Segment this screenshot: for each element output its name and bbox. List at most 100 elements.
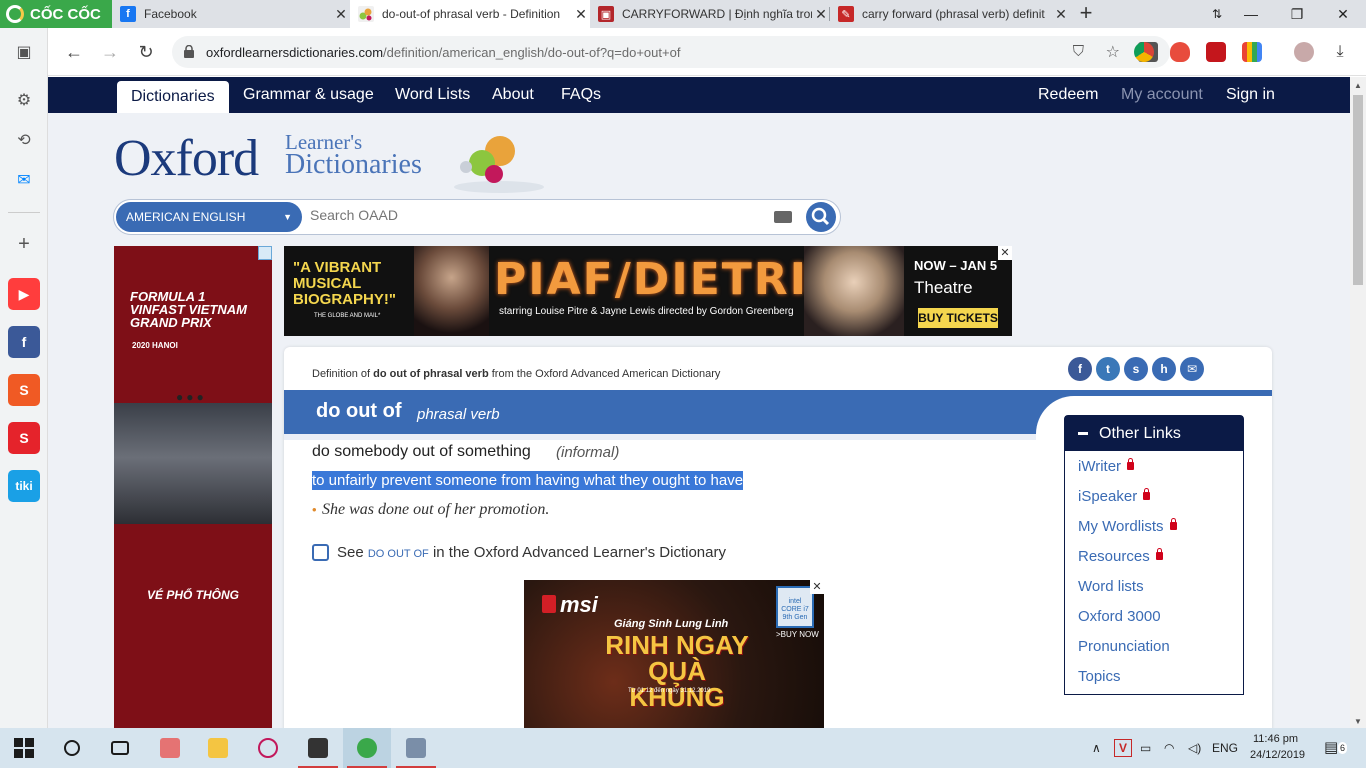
shopee-app-icon[interactable]: S bbox=[8, 374, 40, 406]
lazada-app-icon[interactable]: S bbox=[8, 422, 40, 454]
other-link-pronunciation[interactable]: Pronunciation bbox=[1078, 638, 1170, 655]
ad-inner-msi[interactable]: msi Giáng Sinh Lung Linh RINH NGAY QUÀ K… bbox=[524, 580, 824, 728]
keyboard-icon[interactable] bbox=[774, 211, 792, 223]
clock-date[interactable]: 24/12/2019 bbox=[1250, 749, 1305, 761]
volume-icon[interactable]: ◁) bbox=[1188, 728, 1201, 768]
downloads-icon[interactable]: ⤓ bbox=[1330, 42, 1350, 62]
tab-oald-do-out-of[interactable]: do-out-of phrasal verb - Definition ✕ bbox=[350, 0, 590, 28]
task-view-button[interactable] bbox=[96, 728, 144, 768]
reload-button[interactable]: ↻ bbox=[132, 38, 160, 66]
messenger-icon[interactable]: ✉ bbox=[10, 166, 38, 194]
settings-gear-icon[interactable]: ⚙ bbox=[10, 86, 38, 114]
sidebar-toggle-icon[interactable]: ▣ bbox=[10, 38, 38, 66]
scroll-up-arrow-icon[interactable]: ▲ bbox=[1354, 81, 1362, 90]
search-button[interactable] bbox=[806, 202, 836, 232]
coccoc-menu-button[interactable]: CỐC CỐC bbox=[0, 0, 112, 28]
nav-about[interactable]: About bbox=[492, 77, 534, 113]
facebook-share-icon[interactable]: f bbox=[1068, 357, 1092, 381]
taskbar-app-snipping[interactable] bbox=[244, 728, 292, 768]
tab-cambridge-carryforward[interactable]: ▣ CARRYFORWARD | Định nghĩa tron ✕ bbox=[590, 0, 830, 28]
taskbar-app-sticky[interactable] bbox=[294, 728, 342, 768]
buy-tickets-button[interactable]: BUY TICKETS bbox=[918, 308, 998, 328]
tab-close-icon[interactable]: ✕ bbox=[332, 6, 350, 23]
other-link-iwriter[interactable]: iWriter bbox=[1078, 458, 1135, 475]
action-center-button[interactable]: ▤ bbox=[1324, 728, 1338, 768]
tab-macmillan-carry-forward[interactable]: ✎ carry forward (phrasal verb) definit ✕ bbox=[830, 0, 1070, 28]
cambridge-favicon-icon: ▣ bbox=[598, 6, 614, 22]
taskbar-app-paint[interactable] bbox=[146, 728, 194, 768]
scrollbar-thumb[interactable] bbox=[1353, 95, 1363, 285]
email-share-icon[interactable]: ✉ bbox=[1180, 357, 1204, 381]
nav-grammar-usage[interactable]: Grammar & usage bbox=[243, 77, 374, 113]
nav-my-account[interactable]: My account bbox=[1121, 77, 1203, 113]
tab-close-icon[interactable]: ✕ bbox=[1052, 6, 1070, 23]
add-app-icon[interactable]: + bbox=[10, 230, 38, 258]
minimize-button[interactable]: — bbox=[1228, 0, 1274, 28]
unikey-icon[interactable]: V bbox=[1114, 739, 1132, 757]
other-link-ispeaker[interactable]: iSpeaker bbox=[1078, 488, 1151, 505]
bookmark-star-icon[interactable]: ☆ bbox=[1106, 42, 1120, 62]
shield-icon[interactable]: ⛉ bbox=[1073, 43, 1084, 60]
external-link-icon[interactable] bbox=[312, 544, 329, 561]
maximize-button[interactable]: ❐ bbox=[1274, 0, 1320, 28]
example-sentence: She was done out of her promotion. bbox=[322, 501, 550, 518]
other-link-resources[interactable]: Resources bbox=[1078, 548, 1163, 565]
ad-top-banner[interactable]: "A VIBRANT MUSICAL BIOGRAPHY!" THE GLOBE… bbox=[284, 246, 1012, 336]
address-bar[interactable]: oxfordlearnersdictionaries.com/definitio… bbox=[172, 36, 1170, 68]
tab-close-icon[interactable]: ✕ bbox=[812, 6, 830, 23]
adblock-extension-icon[interactable] bbox=[1170, 42, 1190, 62]
tiki-app-icon[interactable]: tiki bbox=[8, 470, 40, 502]
lock-icon bbox=[1169, 518, 1177, 530]
other-link-word-lists[interactable]: Word lists bbox=[1078, 578, 1144, 595]
battery-icon[interactable]: ▭ bbox=[1140, 728, 1151, 768]
profile-avatar[interactable] bbox=[1294, 42, 1314, 62]
forward-button[interactable]: → bbox=[96, 38, 124, 66]
other-links-panel: Other Links iWriter iSpeaker My Wordlist… bbox=[1064, 415, 1244, 695]
window-close-button[interactable]: ✕ bbox=[1320, 0, 1366, 28]
nav-word-lists[interactable]: Word Lists bbox=[395, 77, 470, 113]
back-button[interactable]: ← bbox=[60, 38, 88, 66]
clock-time[interactable]: 11:46 pm bbox=[1253, 733, 1298, 745]
start-button[interactable] bbox=[0, 728, 48, 768]
scroll-down-arrow-icon[interactable]: ▼ bbox=[1354, 717, 1362, 726]
history-icon[interactable]: ⟲ bbox=[10, 126, 38, 154]
ad-top-theatre: Theatre bbox=[914, 278, 973, 297]
see-also-link[interactable]: DO OUT OF bbox=[368, 548, 429, 560]
hatena-share-icon[interactable]: h bbox=[1152, 357, 1176, 381]
tab-close-icon[interactable]: ✕ bbox=[572, 6, 590, 23]
colorful-extension-icon[interactable] bbox=[1242, 42, 1262, 62]
other-link-topics[interactable]: Topics bbox=[1078, 668, 1121, 685]
stumbleupon-share-icon[interactable]: s bbox=[1124, 357, 1148, 381]
page-scrollbar[interactable]: ▲ ▼ bbox=[1350, 77, 1366, 728]
search-input[interactable] bbox=[310, 207, 750, 223]
ad-close-icon[interactable]: ✕ bbox=[998, 246, 1012, 260]
dictionary-language-select[interactable]: AMERICAN ENGLISH ▼ bbox=[116, 202, 302, 232]
taskbar-app-file-explorer[interactable] bbox=[194, 728, 242, 768]
nav-dictionaries[interactable]: Dictionaries bbox=[117, 81, 229, 113]
nav-redeem[interactable]: Redeem bbox=[1038, 77, 1098, 113]
part-of-speech: phrasal verb bbox=[417, 406, 500, 423]
other-link-my-wordlists[interactable]: My Wordlists bbox=[1078, 518, 1177, 535]
adchoices-icon[interactable] bbox=[258, 246, 272, 260]
tab-facebook[interactable]: f Facebook ✕ bbox=[112, 0, 350, 28]
nav-sign-in[interactable]: Sign in bbox=[1226, 77, 1275, 113]
input-language[interactable]: ENG bbox=[1212, 728, 1238, 768]
youtube-app-icon[interactable]: ▶ bbox=[8, 278, 40, 310]
search-taskbar-button[interactable] bbox=[48, 728, 96, 768]
other-links-header[interactable]: Other Links bbox=[1065, 416, 1243, 451]
wifi-icon[interactable]: ◠ bbox=[1164, 728, 1174, 768]
ad-left-skyscraper[interactable]: FORMULA 1 VINFAST VIETNAM GRAND PRIX 202… bbox=[114, 246, 272, 728]
new-tab-button[interactable]: + bbox=[1074, 2, 1098, 26]
chrome-extension-icon[interactable] bbox=[1134, 42, 1154, 62]
twitter-share-icon[interactable]: t bbox=[1096, 357, 1120, 381]
red-extension-icon[interactable] bbox=[1206, 42, 1226, 62]
taskbar-app-calculator[interactable] bbox=[392, 728, 440, 768]
taskbar-app-coccoc[interactable] bbox=[343, 728, 391, 768]
nav-faqs[interactable]: FAQs bbox=[561, 77, 601, 113]
ad-left-footer: VÉ PHỔ THÔNG bbox=[146, 588, 239, 602]
other-link-oxford-3000[interactable]: Oxford 3000 bbox=[1078, 608, 1161, 625]
show-hidden-icons-button[interactable]: ∧ bbox=[1092, 728, 1101, 768]
ad-inner-buy-now[interactable]: >BUY NOW bbox=[776, 630, 819, 639]
facebook-app-icon[interactable]: f bbox=[8, 326, 40, 358]
ad-close-icon[interactable]: ✕ bbox=[810, 580, 824, 594]
